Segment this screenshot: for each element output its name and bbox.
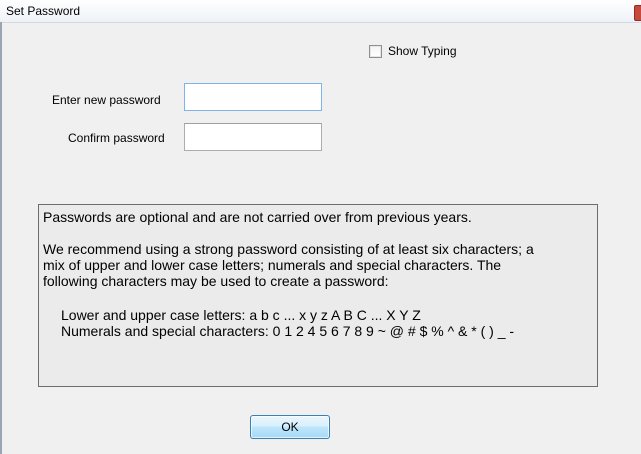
window-title: Set Password <box>6 4 81 18</box>
new-password-label: Enter new password <box>52 93 161 107</box>
confirm-password-label: Confirm password <box>68 131 165 145</box>
window-border <box>0 22 2 454</box>
password-info-box: Passwords are optional and are not carri… <box>38 204 598 387</box>
show-typing-label: Show Typing <box>388 44 457 58</box>
new-password-input[interactable] <box>184 83 322 111</box>
info-paragraph-recommend-line2: mix of upper and lower case letters; num… <box>43 257 502 273</box>
info-specials-line: Numerals and special characters: 0 1 2 4… <box>61 323 515 339</box>
ok-button[interactable]: OK <box>250 415 330 439</box>
info-letters-line: Lower and upper case letters: a b c ... … <box>61 307 421 323</box>
show-typing-checkbox[interactable] <box>369 44 382 58</box>
close-icon[interactable] <box>634 5 641 21</box>
info-paragraph-recommend-line1: We recommend using a strong password con… <box>43 241 534 257</box>
confirm-password-input[interactable] <box>184 123 322 151</box>
info-paragraph-recommend-line3: following characters may be used to crea… <box>43 273 389 289</box>
show-typing-toggle[interactable]: Show Typing <box>369 44 457 58</box>
info-paragraph-optional: Passwords are optional and are not carri… <box>43 209 472 225</box>
set-password-dialog: Set Password Show Typing Enter new passw… <box>0 0 641 454</box>
title-bar: Set Password <box>0 0 641 23</box>
